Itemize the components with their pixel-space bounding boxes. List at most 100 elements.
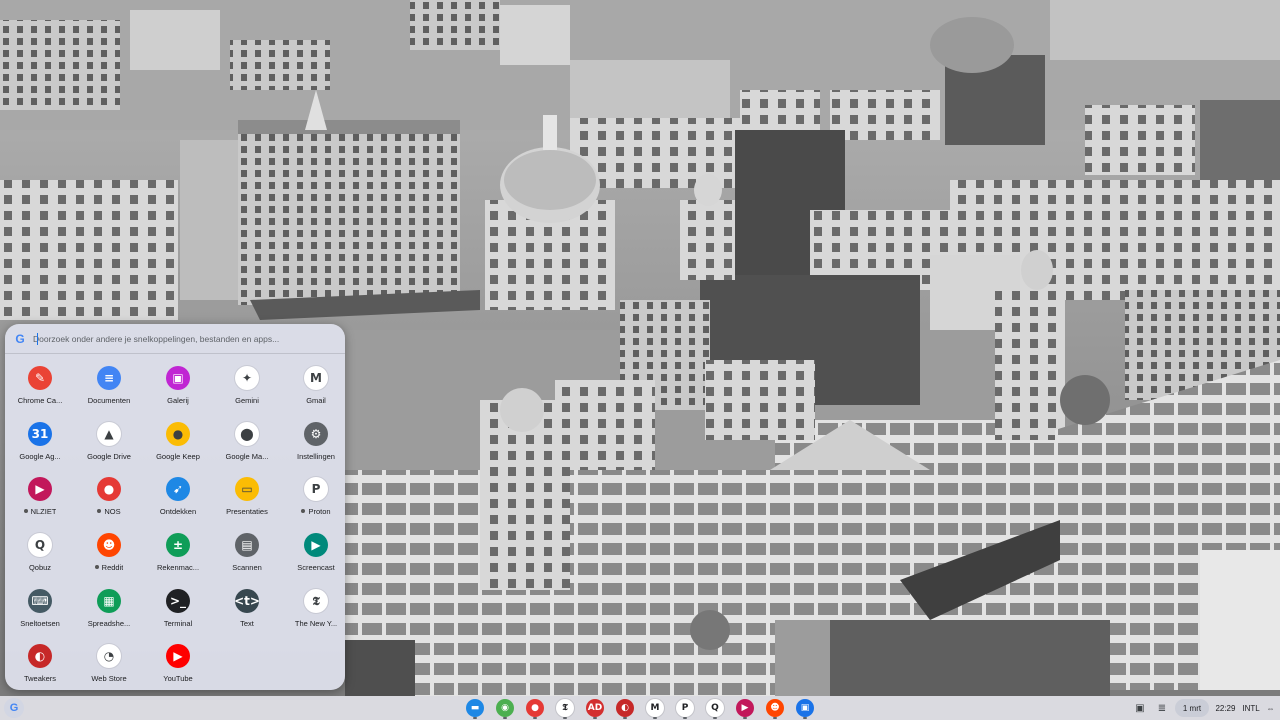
running-indicator [713,717,717,719]
launcher-search-bar[interactable]: G [5,324,345,354]
google-drive-icon: ▲ [97,422,121,446]
sheets-icon: ▦ [97,589,121,613]
app-label: Proton [301,507,331,516]
qobuz-icon: Q [28,533,52,557]
nlziet-icon: ▶ [28,477,52,501]
explore-icon: ➹ [166,477,190,501]
shelf-nlziet-icon[interactable]: ▶ [736,699,754,717]
app-web-store[interactable]: ◔ Web Store [75,637,143,687]
app-name: Google Ag... [19,452,61,461]
shelf-nos-icon[interactable]: ● [526,699,544,717]
scan-icon: ▤ [235,533,259,557]
shelf-reddit-icon[interactable]: ☻ [766,699,784,717]
app-shortcuts[interactable]: ⌨ Sneltoetsen [6,582,74,632]
running-indicator [563,717,567,719]
app-screencast[interactable]: ▶ Screencast [282,526,345,576]
app-name: Rekenmac... [156,563,200,572]
running-indicator [743,717,747,719]
app-sheets[interactable]: ▦ Spreadshe... [75,582,143,632]
app-name: Google Ma... [225,452,269,461]
app-name: Gemini [235,396,259,405]
app-label: Qobuz [29,563,51,572]
app-gmail[interactable]: M Gmail [282,359,345,409]
app-text-editor[interactable]: <t> Text [213,582,281,632]
shelf-gmail-icon[interactable]: M [646,699,664,717]
nytimes-icon: 𝕿 [304,589,328,613]
app-name: Terminal [163,619,193,628]
app-name: Proton [308,507,331,516]
app-gallery[interactable]: ▣ Galerij [144,359,212,409]
app-youtube[interactable]: ▶ YouTube [144,637,212,687]
app-label: Galerij [167,396,189,405]
nos-icon: ● [97,477,121,501]
gemini-icon: ✦ [235,366,259,390]
shelf-nytimes-icon[interactable]: 𝕿 [556,699,574,717]
app-name: Reddit [101,563,124,572]
app-name: Chrome Ca... [17,396,63,405]
gmail-icon: M [304,366,328,390]
app-terminal[interactable]: >_ Terminal [144,582,212,632]
app-name: Gmail [306,396,326,405]
app-calculator[interactable]: ± Rekenmac... [144,526,212,576]
app-label: Google Ag... [19,452,60,461]
app-docs[interactable]: ≡ Documenten [75,359,143,409]
app-proton[interactable]: P Proton [282,470,345,520]
app-settings[interactable]: ⚙ Instellingen [282,415,345,465]
window-icon[interactable]: ▣ [1133,701,1147,715]
clipboard-icon[interactable]: ≣ [1155,701,1169,715]
chrome-canvas-icon: ✎ [28,366,52,390]
app-name: Screencast [297,563,335,572]
app-label: Screencast [297,563,335,572]
shelf-tweakers-icon[interactable]: ◐ [616,699,634,717]
app-scan[interactable]: ▤ Scannen [213,526,281,576]
shelf-chrome-icon[interactable]: ◉ [496,699,514,717]
app-tweakers[interactable]: ◐ Tweakers [6,637,74,687]
app-nlziet[interactable]: ▶ NLZIET [6,470,74,520]
keyboard-layout: INTL [1242,703,1260,713]
app-label: Instellingen [297,452,335,461]
app-grid: ✎ Chrome Ca... ≡ Documenten ▣ Galerij ✦ Gemini M… [5,354,345,690]
shelf-qobuz-icon[interactable]: Q [706,699,724,717]
app-label: Scannen [232,563,262,572]
tweakers-icon: ◐ [28,644,52,668]
app-explore[interactable]: ➹ Ontdekken [144,470,212,520]
running-indicator [623,717,627,719]
app-name: Qobuz [28,563,52,572]
app-google-keep[interactable]: ● Google Keep [144,415,212,465]
app-label: NOS [97,507,121,516]
app-name: NLZIET [30,507,57,516]
terminal-icon: >_ [166,589,190,613]
app-google-drive[interactable]: ▲ Google Drive [75,415,143,465]
running-indicator [653,717,657,719]
app-reddit[interactable]: ☻ Reddit [75,526,143,576]
status-area[interactable]: 22:29 INTL ⇔ [1212,699,1278,717]
app-name: Scannen [232,563,262,572]
date-button[interactable]: 1 mrt [1175,699,1209,717]
shelf-files-icon[interactable]: ▬ [466,699,484,717]
running-indicator [503,717,507,719]
shelf-google-meet-icon[interactable]: ▣ [796,699,814,717]
app-slides[interactable]: ▭ Presentaties [213,470,281,520]
shortcuts-icon: ⌨ [28,589,52,613]
app-label: Terminal [164,619,192,628]
app-chrome-canvas[interactable]: ✎ Chrome Ca... [6,359,74,409]
youtube-icon: ▶ [166,644,190,668]
settings-icon: ⚙ [304,422,328,446]
app-nos[interactable]: ● NOS [75,470,143,520]
app-gemini[interactable]: ✦ Gemini [213,359,281,409]
app-nytimes[interactable]: 𝕿 The New Y... [282,582,345,632]
launcher-button[interactable]: G [4,698,24,718]
running-indicator [533,717,537,719]
google-keep-icon: ● [166,422,190,446]
app-qobuz[interactable]: Q Qobuz [6,526,74,576]
new-install-dot [23,509,28,514]
app-label: Tweakers [24,674,56,683]
text-cursor [37,333,38,345]
launcher-search-input[interactable] [33,326,345,351]
running-indicator [683,717,687,719]
shelf-ad-icon[interactable]: AD [586,699,604,717]
app-name: YouTube [163,674,193,683]
shelf-proton-icon[interactable]: P [676,699,694,717]
app-google-maps[interactable]: ⬤ Google Ma... [213,415,281,465]
app-google-calendar[interactable]: 31 Google Ag... [6,415,74,465]
